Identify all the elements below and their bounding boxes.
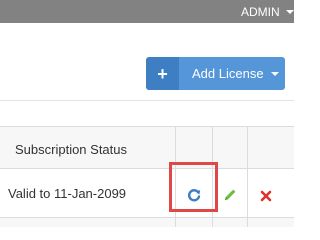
chevron-down-icon — [270, 71, 279, 76]
table-top-border — [0, 126, 294, 127]
admin-user-menu[interactable]: ADMIN — [241, 4, 294, 20]
admin-user-menu-label: ADMIN — [241, 5, 280, 19]
subscription-status-cell: Valid to 11-Jan-2099 — [8, 186, 127, 201]
refresh-icon[interactable] — [186, 187, 202, 203]
table-header-border — [0, 168, 294, 169]
section-divider — [0, 100, 294, 101]
add-license-button[interactable]: + Add License — [146, 57, 285, 90]
column-divider — [212, 126, 213, 227]
column-divider — [175, 126, 176, 227]
add-license-label: Add License — [192, 66, 264, 81]
delete-x-icon[interactable] — [258, 188, 274, 204]
column-header-subscription-status[interactable]: Subscription Status — [15, 142, 127, 157]
table-row-border — [0, 217, 294, 218]
table-row-next — [0, 217, 294, 227]
column-divider — [247, 126, 248, 227]
plus-icon: + — [146, 57, 179, 90]
edit-pencil-icon[interactable] — [222, 187, 238, 203]
chevron-down-icon — [285, 10, 294, 14]
